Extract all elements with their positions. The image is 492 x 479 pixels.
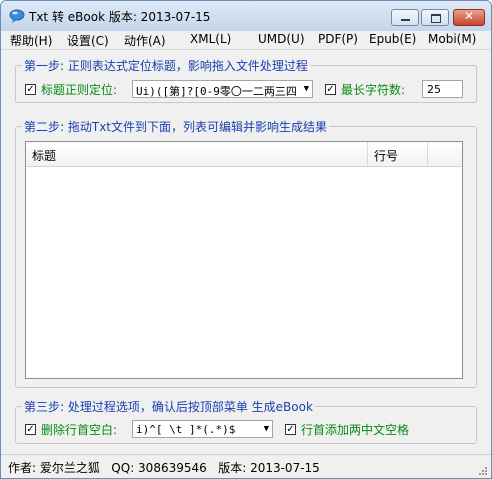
title-regex-checkbox[interactable]: ✓: [25, 84, 36, 95]
close-button[interactable]: ✕: [453, 9, 485, 26]
maximize-button[interactable]: [421, 9, 449, 26]
menu-umd[interactable]: UMD(U): [258, 32, 305, 46]
step3-legend: 第三步: 处理过程选项，确认后按顶部菜单 生成eBook: [24, 400, 313, 414]
chevron-down-icon: ▼: [303, 84, 309, 94]
status-text: 作者: 爱尔兰之狐 QQ: 308639546 版本: 2013-07-15: [8, 461, 320, 475]
step1-legend: 第一步: 正则表达式定位标题，影响拖入文件处理过程: [24, 59, 308, 73]
max-chars-input[interactable]: 25: [422, 80, 463, 98]
step2-legend: 第二步: 拖动Txt文件到下面，列表可编辑并影响生成结果: [24, 120, 327, 134]
title-regex-combo[interactable]: Ui)([第]?[0-9零〇一二两三四 ▼: [132, 80, 313, 98]
status-bar: 作者: 爱尔兰之狐 QQ: 308639546 版本: 2013-07-15: [1, 454, 491, 478]
column-header-title[interactable]: 标题: [26, 142, 368, 166]
column-header-line[interactable]: 行号: [368, 142, 428, 166]
chapter-list[interactable]: 标题 行号: [25, 141, 463, 379]
max-chars-label: 最长字符数:: [341, 83, 406, 97]
chevron-down-icon: ▼: [263, 424, 269, 434]
minimize-button[interactable]: [391, 9, 419, 26]
trim-regex-value: i)^[ \t ]*(.*)$: [136, 423, 236, 436]
menu-help[interactable]: 帮助(H): [10, 32, 52, 49]
maximize-icon: [431, 14, 441, 23]
main-window: Txt 转 eBook 版本: 2013-07-15 ✕ 帮助(H) 设置(C)…: [0, 0, 492, 479]
menu-action[interactable]: 动作(A): [124, 32, 166, 49]
list-header: 标题 行号: [26, 142, 462, 167]
title-bar[interactable]: Txt 转 eBook 版本: 2013-07-15 ✕: [1, 1, 491, 32]
app-icon: [9, 9, 25, 23]
trim-regex-combo[interactable]: i)^[ \t ]*(.*)$ ▼: [132, 420, 273, 438]
resize-grip-icon[interactable]: [478, 466, 488, 476]
minimize-icon: [401, 19, 410, 21]
menu-bar: 帮助(H) 设置(C) 动作(A) XML(L) UMD(U) PDF(P) E…: [1, 31, 491, 50]
trim-whitespace-label: 删除行首空白:: [41, 423, 118, 437]
menu-settings[interactable]: 设置(C): [67, 32, 109, 49]
add-space-checkbox[interactable]: ✓: [285, 424, 296, 435]
max-chars-value: 25: [427, 83, 441, 96]
menu-xml[interactable]: XML(L): [190, 32, 231, 46]
add-space-label: 行首添加两中文空格: [301, 423, 410, 437]
window-title: Txt 转 eBook 版本: 2013-07-15: [29, 10, 211, 24]
max-chars-checkbox[interactable]: ✓: [325, 84, 336, 95]
menu-mobi[interactable]: Mobi(M): [428, 32, 476, 46]
title-regex-label: 标题正则定位:: [41, 83, 118, 97]
title-regex-value: Ui)([第]?[0-9零〇一二两三四: [136, 85, 297, 98]
trim-whitespace-checkbox[interactable]: ✓: [25, 424, 36, 435]
menu-epub[interactable]: Epub(E): [369, 32, 416, 46]
menu-pdf[interactable]: PDF(P): [318, 32, 358, 46]
close-icon: ✕: [463, 9, 475, 23]
